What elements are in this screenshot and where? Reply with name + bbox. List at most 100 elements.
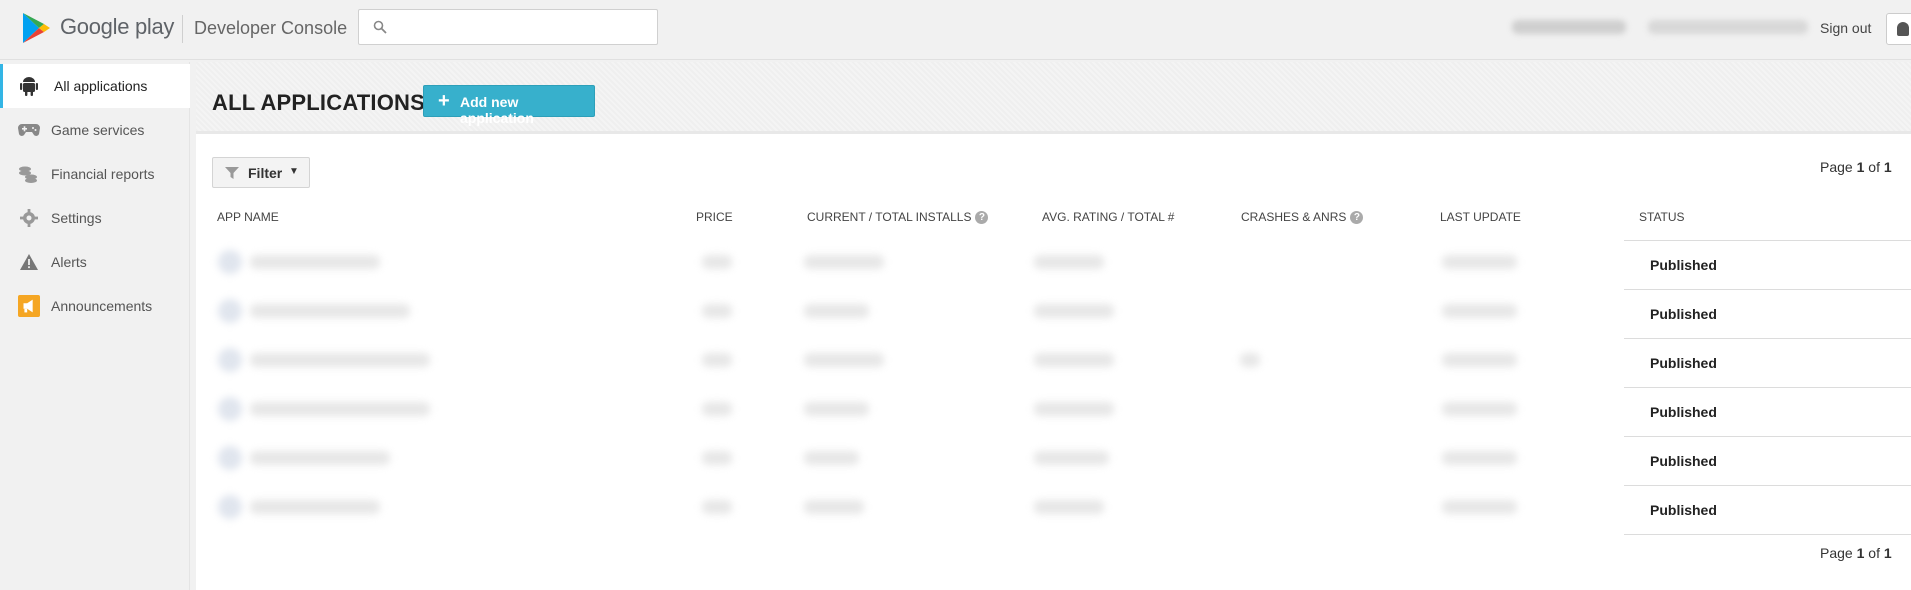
- table-row[interactable]: Published: [210, 387, 1911, 436]
- brand-name[interactable]: Google play: [60, 14, 174, 40]
- header-divider: [182, 15, 183, 43]
- installs-redacted: [804, 500, 864, 514]
- sidebar-item-label: Announcements: [51, 298, 153, 314]
- notifications-bell-icon[interactable]: [1886, 13, 1911, 45]
- column-label: PRICE: [696, 210, 733, 224]
- app-name-redacted: [250, 353, 430, 367]
- top-bar: Google play Developer Console Sign out: [0, 0, 1911, 60]
- column-header-installs[interactable]: CURRENT / TOTAL INSTALLS?: [807, 210, 989, 224]
- pager-sep: of: [1864, 545, 1884, 561]
- column-header-status[interactable]: STATUS: [1639, 210, 1685, 224]
- gear-icon: [18, 207, 40, 229]
- installs-redacted: [804, 451, 859, 465]
- app-name-redacted: [250, 304, 410, 318]
- last-update-redacted: [1442, 304, 1517, 318]
- main-content: ALL APPLICATIONS + Add new application F…: [196, 62, 1911, 590]
- sign-out-link[interactable]: Sign out: [1820, 20, 1871, 36]
- status-text: Published: [1650, 502, 1717, 518]
- warning-icon: [18, 251, 40, 273]
- status-text: Published: [1650, 453, 1717, 469]
- add-new-application-button[interactable]: + Add new application: [423, 85, 595, 126]
- help-icon[interactable]: ?: [975, 210, 989, 224]
- table-row[interactable]: Published: [210, 436, 1911, 485]
- sidebar-item-label: Settings: [51, 210, 102, 226]
- pager-total: 1: [1883, 545, 1892, 561]
- sidebar-item-label: Alerts: [51, 254, 87, 270]
- column-label: STATUS: [1639, 210, 1685, 224]
- filter-label: Filter: [248, 165, 283, 181]
- column-header-rating[interactable]: AVG. RATING / TOTAL #: [1042, 210, 1174, 224]
- page-header: ALL APPLICATIONS + Add new application: [196, 62, 1911, 134]
- price-redacted: [702, 500, 732, 514]
- table-bottom-border: [1624, 534, 1911, 535]
- page-title: ALL APPLICATIONS: [212, 90, 426, 115]
- app-icon-redacted: [218, 348, 242, 372]
- price-redacted: [702, 304, 732, 318]
- help-icon[interactable]: ?: [1350, 210, 1364, 224]
- pager-prefix: Page: [1820, 159, 1857, 175]
- pager-prefix: Page: [1820, 545, 1857, 561]
- app-name-redacted: [250, 451, 390, 465]
- table-row[interactable]: Published: [210, 289, 1911, 338]
- pager-total: 1: [1883, 159, 1892, 175]
- sidebar-item-label: All applications: [54, 78, 148, 94]
- installs-redacted: [804, 353, 884, 367]
- sidebar-item-financial-reports[interactable]: Financial reports: [0, 152, 190, 196]
- search-icon: [373, 20, 387, 34]
- sidebar-item-game-services[interactable]: Game services: [0, 108, 190, 152]
- rating-redacted: [1034, 402, 1114, 416]
- status-cell: Published: [1624, 485, 1911, 534]
- app-name-redacted: [250, 255, 380, 269]
- installs-redacted: [804, 402, 869, 416]
- app-icon-redacted: [218, 250, 242, 274]
- table-row[interactable]: Published: [210, 338, 1911, 387]
- sidebar-item-settings[interactable]: Settings: [0, 196, 190, 240]
- google-play-logo-icon[interactable]: [20, 12, 52, 44]
- sidebar-item-alerts[interactable]: Alerts: [0, 240, 190, 284]
- status-cell: Published: [1624, 436, 1911, 485]
- column-header-last-update[interactable]: LAST UPDATE: [1440, 210, 1521, 224]
- price-redacted: [702, 353, 732, 367]
- gamepad-icon: [18, 119, 40, 141]
- last-update-redacted: [1442, 402, 1517, 416]
- status-cell: Published: [1624, 387, 1911, 436]
- filter-funnel-icon: [225, 167, 239, 179]
- last-update-redacted: [1442, 500, 1517, 514]
- app-icon-redacted: [218, 397, 242, 421]
- pager-sep: of: [1864, 159, 1884, 175]
- status-text: Published: [1650, 355, 1717, 371]
- caret-down-icon: ▼: [289, 166, 299, 177]
- console-title[interactable]: Developer Console: [194, 18, 347, 39]
- search-box[interactable]: [358, 9, 658, 45]
- sidebar-item-label: Game services: [51, 122, 145, 138]
- price-redacted: [702, 255, 732, 269]
- rating-redacted: [1034, 500, 1104, 514]
- column-header-crashes[interactable]: CRASHES & ANRS?: [1241, 210, 1364, 224]
- megaphone-icon: [18, 295, 40, 317]
- column-label: CURRENT / TOTAL INSTALLS: [807, 210, 972, 224]
- filter-button[interactable]: Filter ▼: [212, 157, 310, 188]
- app-name-redacted: [250, 402, 430, 416]
- search-input[interactable]: [397, 16, 647, 38]
- sidebar-item-announcements[interactable]: Announcements: [0, 284, 190, 328]
- rating-redacted: [1034, 353, 1114, 367]
- status-text: Published: [1650, 306, 1717, 322]
- developer-name-redacted: [1512, 20, 1626, 34]
- last-update-redacted: [1442, 353, 1517, 367]
- rating-redacted: [1034, 304, 1114, 318]
- column-label: CRASHES & ANRS: [1241, 210, 1347, 224]
- table-row[interactable]: Published: [210, 240, 1911, 289]
- table-row[interactable]: Published: [210, 485, 1911, 534]
- column-header-app-name[interactable]: APP NAME: [217, 210, 279, 224]
- column-header-price[interactable]: PRICE: [696, 210, 733, 224]
- price-redacted: [702, 402, 732, 416]
- sidebar-item-all-applications[interactable]: All applications: [0, 64, 190, 108]
- status-text: Published: [1650, 404, 1717, 420]
- installs-redacted: [804, 304, 869, 318]
- crashes-redacted: [1240, 353, 1260, 367]
- pagination-bottom: Page 1 of 1: [1820, 545, 1892, 561]
- plus-icon: +: [438, 90, 450, 112]
- last-update-redacted: [1442, 451, 1517, 465]
- account-email-redacted: [1648, 20, 1808, 34]
- price-redacted: [702, 451, 732, 465]
